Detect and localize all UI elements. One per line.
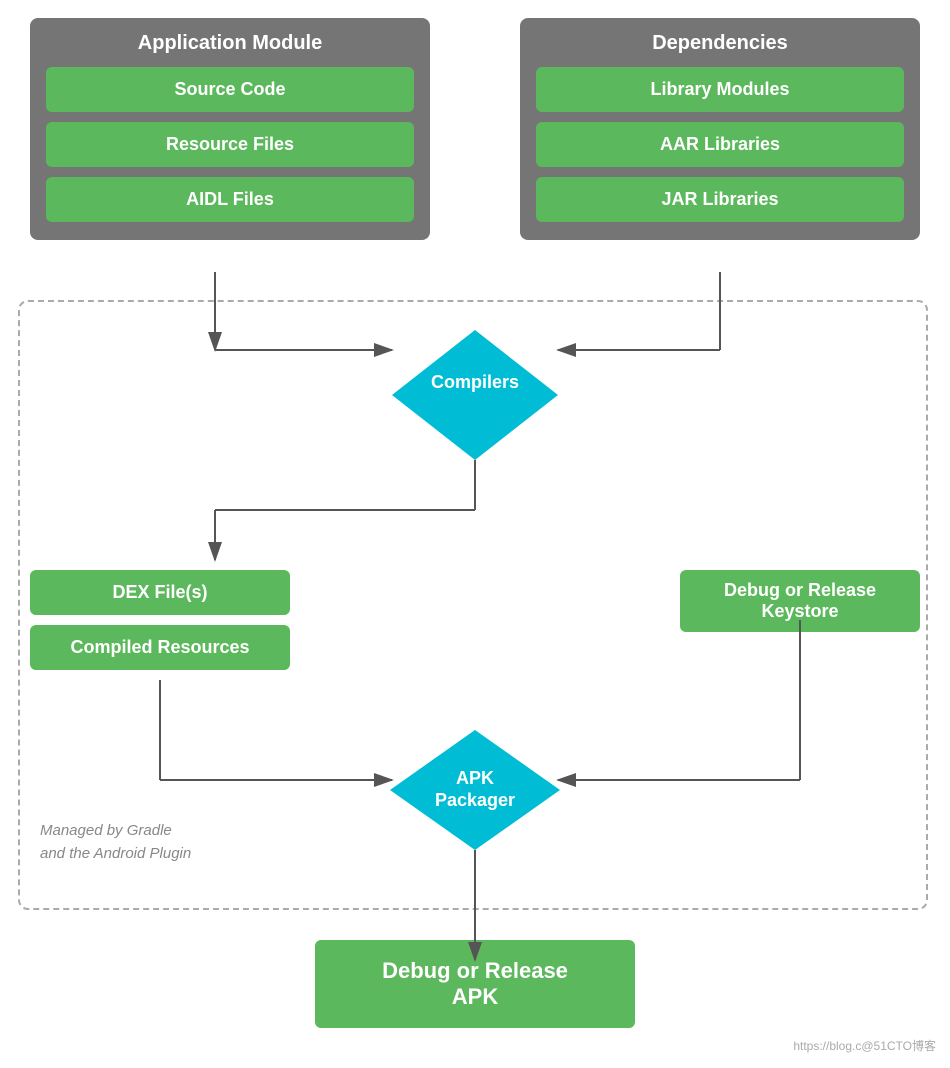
- gradle-line1: Managed by Gradle: [40, 820, 191, 843]
- aar-libraries-btn: AAR Libraries: [536, 122, 904, 167]
- resource-files-btn: Resource Files: [46, 122, 414, 167]
- jar-libraries-btn: JAR Libraries: [536, 177, 904, 222]
- keystore-btn: Debug or Release Keystore: [680, 570, 920, 632]
- final-apk-section: Debug or Release APK: [315, 940, 635, 1028]
- application-module-box: Application Module Source Code Resource …: [30, 18, 430, 240]
- top-section: Application Module Source Code Resource …: [0, 0, 950, 240]
- source-code-btn: Source Code: [46, 67, 414, 112]
- final-apk-btn: Debug or Release APK: [315, 940, 635, 1028]
- dependencies-title: Dependencies: [536, 32, 904, 55]
- mid-right-section: Debug or Release Keystore: [680, 570, 920, 632]
- gradle-line2: and the Android Plugin: [40, 843, 191, 866]
- aidl-files-btn: AIDL Files: [46, 177, 414, 222]
- compiled-resources-btn: Compiled Resources: [30, 625, 290, 670]
- diagram-container: Application Module Source Code Resource …: [0, 0, 950, 1068]
- app-module-title: Application Module: [46, 32, 414, 55]
- dependencies-box: Dependencies Library Modules AAR Librari…: [520, 18, 920, 240]
- library-modules-btn: Library Modules: [536, 67, 904, 112]
- mid-left-section: DEX File(s) Compiled Resources: [30, 570, 290, 670]
- watermark: https://blog.c@51CTO博客: [793, 1037, 936, 1054]
- gradle-label: Managed by Gradle and the Android Plugin: [40, 820, 191, 865]
- dex-files-btn: DEX File(s): [30, 570, 290, 615]
